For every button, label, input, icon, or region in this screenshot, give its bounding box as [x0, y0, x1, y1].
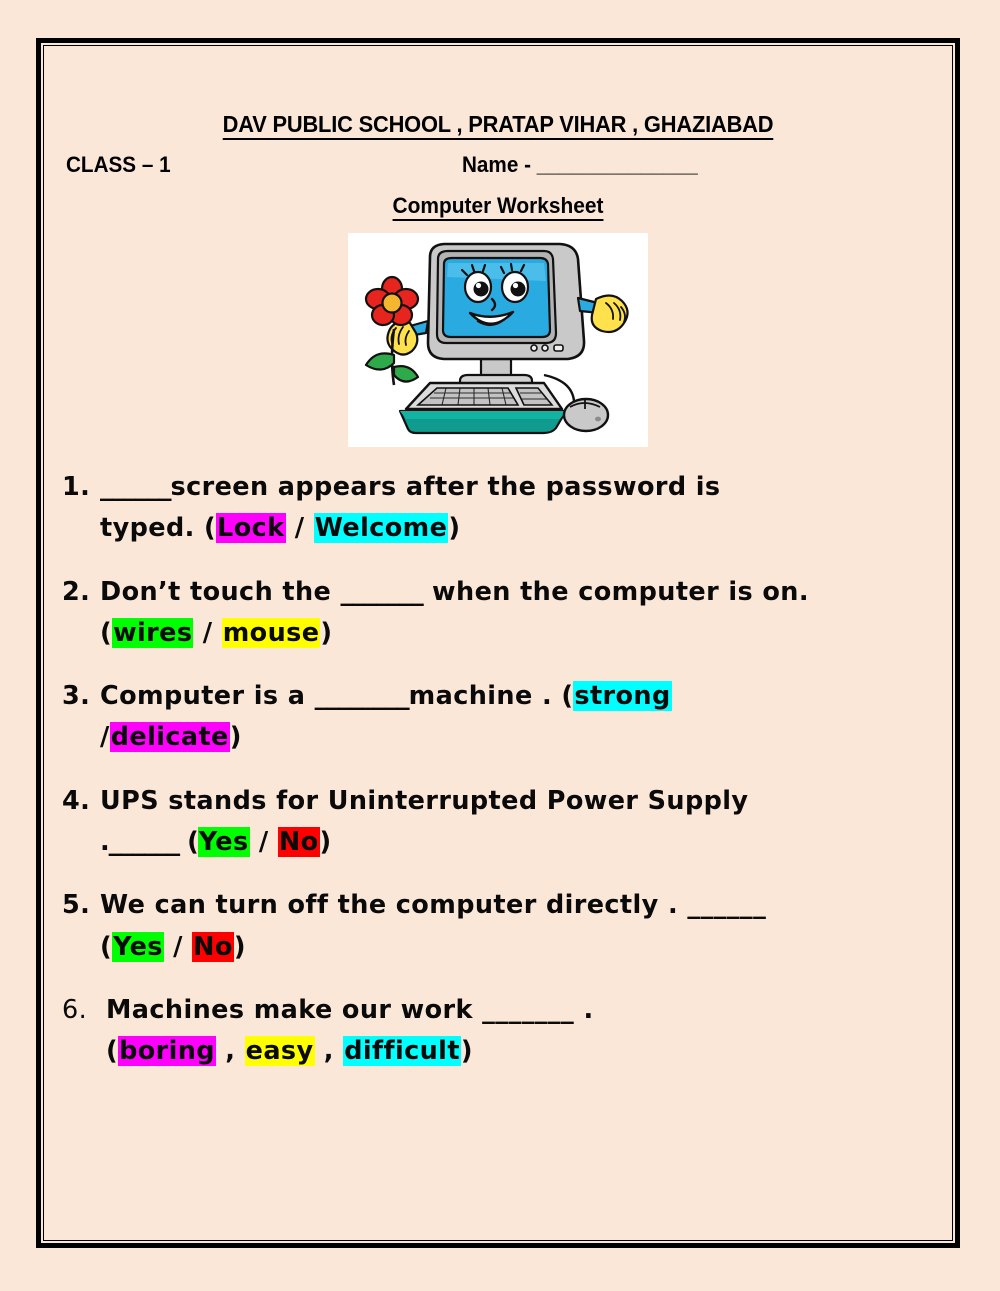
worksheet-page: DAV PUBLIC SCHOOL , PRATAP VIHAR , GHAZI…	[0, 0, 1000, 1291]
question-number: 6.	[62, 994, 88, 1025]
class-label: CLASS – 1	[66, 152, 171, 177]
question-number: 1.	[62, 472, 91, 502]
option-separator: /	[163, 931, 193, 962]
question-text: Machines make our work _______ . (boring…	[100, 990, 851, 1073]
question-item: 6. Machines make our work _______ . (bor…	[62, 990, 944, 1073]
question-text-part: typed. (	[100, 513, 217, 544]
question-item: 5. We can turn off the computer directly…	[62, 885, 944, 968]
question-number: 5.	[62, 890, 91, 921]
question-text-part: (	[106, 1036, 119, 1067]
question-text-part: )	[320, 617, 333, 648]
question-text: ______screen appears after the password …	[100, 467, 845, 550]
option-choice[interactable]: difficult	[343, 1036, 461, 1067]
question-text: Computer is a ________machine . (strong …	[100, 676, 845, 759]
option-choice[interactable]: boring	[118, 1036, 216, 1067]
question-text-part: )	[460, 1036, 473, 1067]
answer-blank: _______	[340, 576, 424, 607]
question-item: 3. Computer is a ________machine . (stro…	[62, 676, 944, 759]
question-text-part: Don’t touch the	[100, 576, 341, 607]
answer-blank: ______	[100, 472, 171, 502]
question-text-part: UPS stands for Uninterrupted Power Suppl…	[100, 785, 749, 816]
question-text: Don’t touch the _______ when the compute…	[100, 572, 845, 655]
worksheet-subtitle-text: Computer Worksheet	[392, 193, 604, 221]
name-field-label: Name - ______________	[462, 152, 698, 177]
option-separator: ,	[215, 1036, 245, 1067]
question-text-part: Computer is a	[100, 681, 315, 712]
question-text-part: )	[448, 513, 461, 544]
question-text: UPS stands for Uninterrupted Power Suppl…	[100, 781, 845, 864]
question-item: 1. ______screen appears after the passwo…	[62, 467, 944, 550]
option-choice[interactable]: No	[277, 827, 320, 858]
option-separator: ,	[314, 1036, 344, 1067]
cartoon-computer-illustration	[348, 233, 648, 447]
question-item: 4. UPS stands for Uninterrupted Power Su…	[62, 781, 944, 864]
question-text-part: when the computer is on.	[422, 576, 809, 607]
option-choice[interactable]: Welcome	[313, 513, 449, 544]
question-text: We can turn off the computer directly . …	[100, 885, 845, 968]
question-text-part: screen appears after the password is	[170, 472, 721, 502]
option-separator: /	[249, 827, 278, 858]
option-choice[interactable]: mouse	[221, 617, 321, 648]
question-text-part: We can turn off the computer directly . …	[100, 890, 767, 921]
option-choice[interactable]: No	[192, 931, 234, 962]
question-text-part: )	[319, 827, 332, 858]
option-separator: /	[193, 617, 222, 648]
option-choice[interactable]: Yes	[112, 931, 164, 962]
question-text-part: Machines make our work _______ .	[106, 994, 594, 1025]
worksheet-subtitle: Computer Worksheet	[74, 193, 921, 221]
question-number: 2.	[62, 576, 91, 607]
question-number: 4.	[62, 785, 91, 816]
option-choice[interactable]: Yes	[197, 827, 250, 858]
question-text-part: )	[233, 931, 246, 962]
school-title: DAV PUBLIC SCHOOL , PRATAP VIHAR , GHAZI…	[83, 111, 913, 140]
option-separator: /	[285, 513, 314, 544]
question-text-part: machine . (	[408, 681, 574, 712]
question-number: 3.	[62, 681, 91, 712]
option-choice[interactable]: delicate	[109, 722, 230, 753]
worksheet-content: DAV PUBLIC SCHOOL , PRATAP VIHAR , GHAZI…	[52, 56, 944, 1232]
class-name-row: CLASS – 1 Name - ______________	[52, 152, 944, 190]
answer-blank: ________	[314, 681, 410, 712]
option-choice[interactable]: easy	[244, 1036, 315, 1067]
answer-blank: .______ (	[100, 827, 199, 858]
question-item: 2. Don’t touch the _______ when the comp…	[62, 572, 944, 655]
question-text-part: /	[100, 722, 110, 753]
question-text-part: (	[100, 617, 113, 648]
question-text-part: )	[229, 722, 242, 753]
option-choice[interactable]: wires	[112, 617, 194, 648]
questions-list: 1. ______screen appears after the passwo…	[52, 467, 944, 1073]
option-choice[interactable]: strong	[573, 681, 672, 712]
school-title-text: DAV PUBLIC SCHOOL , PRATAP VIHAR , GHAZI…	[222, 111, 774, 140]
option-choice[interactable]: Lock	[216, 513, 286, 544]
cartoon-computer-icon	[348, 233, 648, 447]
question-text-part: (	[100, 931, 113, 962]
